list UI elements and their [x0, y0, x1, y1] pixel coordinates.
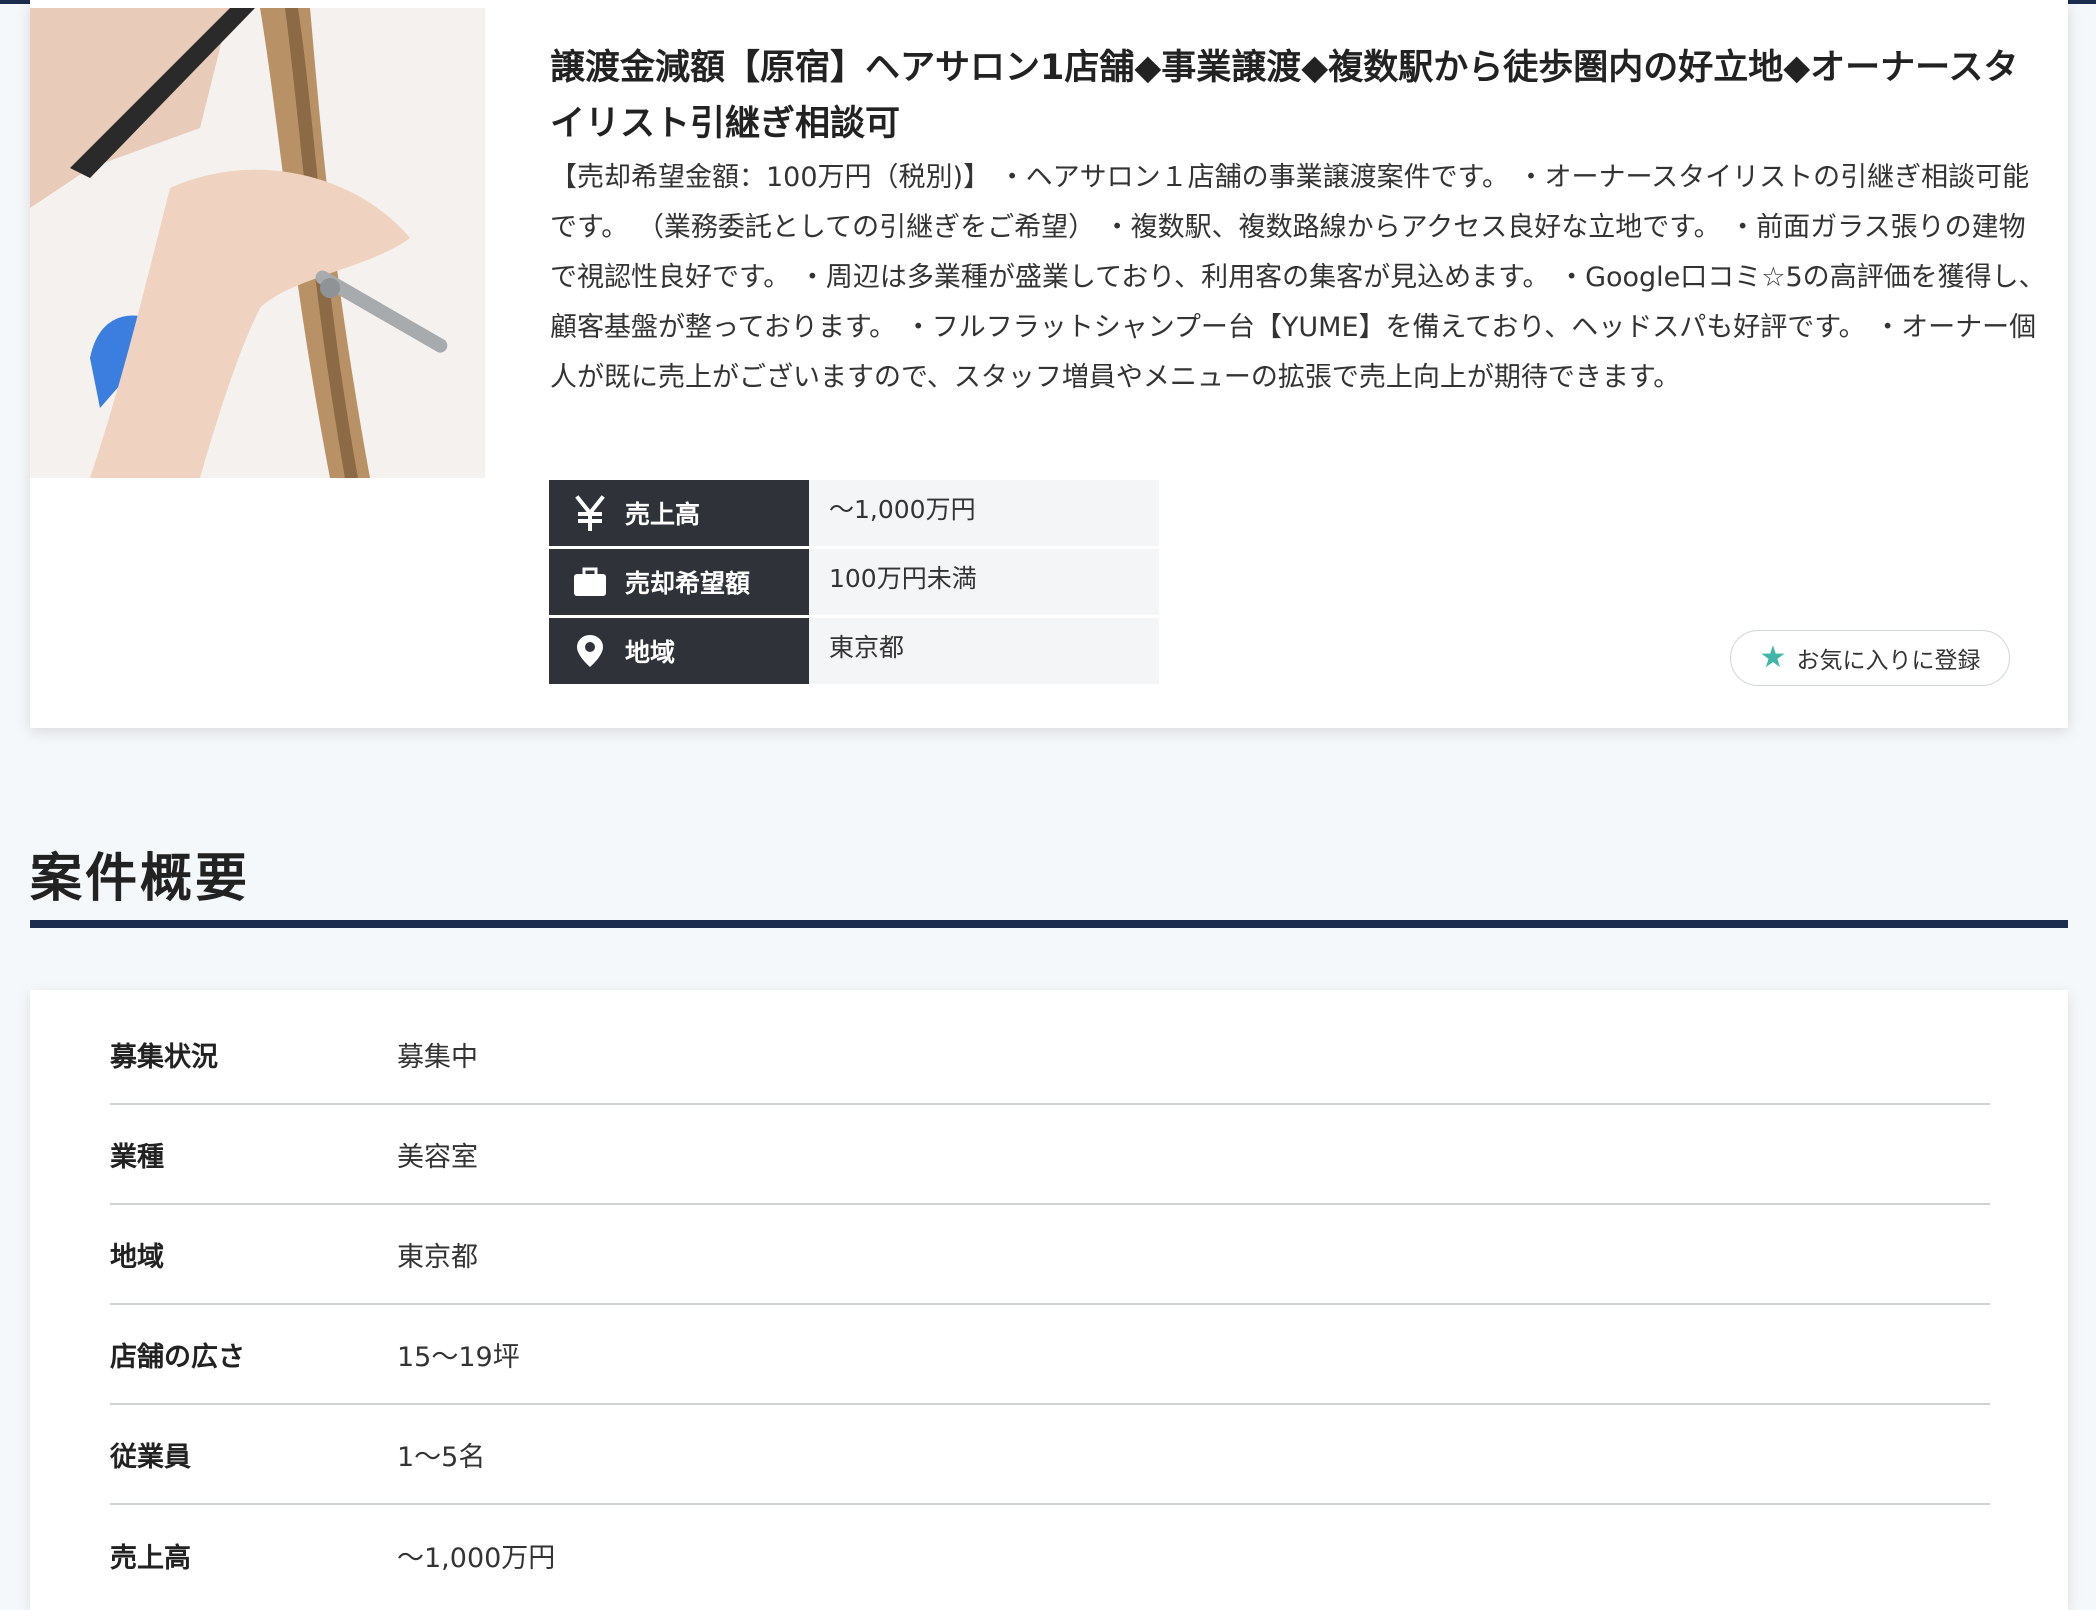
- row-value: 募集中: [397, 1041, 478, 1073]
- listing-description: 【売却希望金額：100万円（税別)】 ・ヘアサロン１店舗の事業譲渡案件です。 ・…: [550, 162, 2046, 393]
- table-row: 店舗の広さ 15〜19坪: [110, 1305, 1990, 1405]
- row-label: 募集状況: [110, 1041, 218, 1073]
- spec-row-asking-price: 売却希望額 100万円未満: [549, 549, 1159, 615]
- table-row: 従業員 1〜5名: [110, 1405, 1990, 1505]
- spec-value: 〜1,000万円: [809, 480, 1159, 546]
- listing-title[interactable]: 譲渡金減額【原宿】ヘアサロン1店舗◆事業譲渡◆複数駅から徒歩圏内の好立地◆オーナ…: [550, 40, 2050, 152]
- star-icon: ★: [1759, 640, 1787, 675]
- table-row: 地域 東京都: [110, 1205, 1990, 1305]
- row-label: 地域: [110, 1241, 164, 1273]
- section-divider: [30, 920, 2068, 928]
- spec-row-revenue: 売上高 〜1,000万円: [549, 480, 1159, 546]
- spec-row-region: 地域 東京都: [549, 618, 1159, 684]
- row-value: 1〜5名: [397, 1441, 486, 1473]
- summary-table: 募集状況 募集中 業種 美容室 地域 東京都 店舗の広さ 15〜19坪 従業員 …: [30, 990, 2068, 1610]
- listing-card: 譲渡金減額【原宿】ヘアサロン1店舗◆事業譲渡◆複数駅から徒歩圏内の好立地◆オーナ…: [30, 0, 2068, 728]
- table-row: 売上高 〜1,000万円: [110, 1505, 1990, 1605]
- spec-label: 売上高: [549, 480, 809, 546]
- spec-value: 100万円未満: [809, 549, 1159, 615]
- spec-label: 地域: [549, 618, 809, 684]
- section-title-summary: 案件概要: [30, 849, 251, 909]
- table-row: 募集状況 募集中: [110, 1005, 1990, 1105]
- row-value: 東京都: [397, 1241, 478, 1273]
- briefcase-icon: [569, 561, 611, 603]
- row-label: 売上高: [110, 1542, 191, 1574]
- yen-icon: [569, 492, 611, 534]
- spec-value: 東京都: [809, 618, 1159, 684]
- row-value: 〜1,000万円: [397, 1542, 556, 1574]
- add-favorite-button[interactable]: ★ お気に入りに登録: [1730, 630, 2010, 686]
- row-value: 15〜19坪: [397, 1341, 520, 1373]
- spec-label: 売却希望額: [549, 549, 809, 615]
- map-pin-icon: [569, 630, 611, 672]
- row-value: 美容室: [397, 1141, 478, 1173]
- listing-thumbnail: [30, 8, 485, 478]
- row-label: 業種: [110, 1141, 164, 1173]
- table-row: 業種 美容室: [110, 1105, 1990, 1205]
- row-label: 従業員: [110, 1441, 191, 1473]
- row-label: 店舗の広さ: [110, 1341, 245, 1373]
